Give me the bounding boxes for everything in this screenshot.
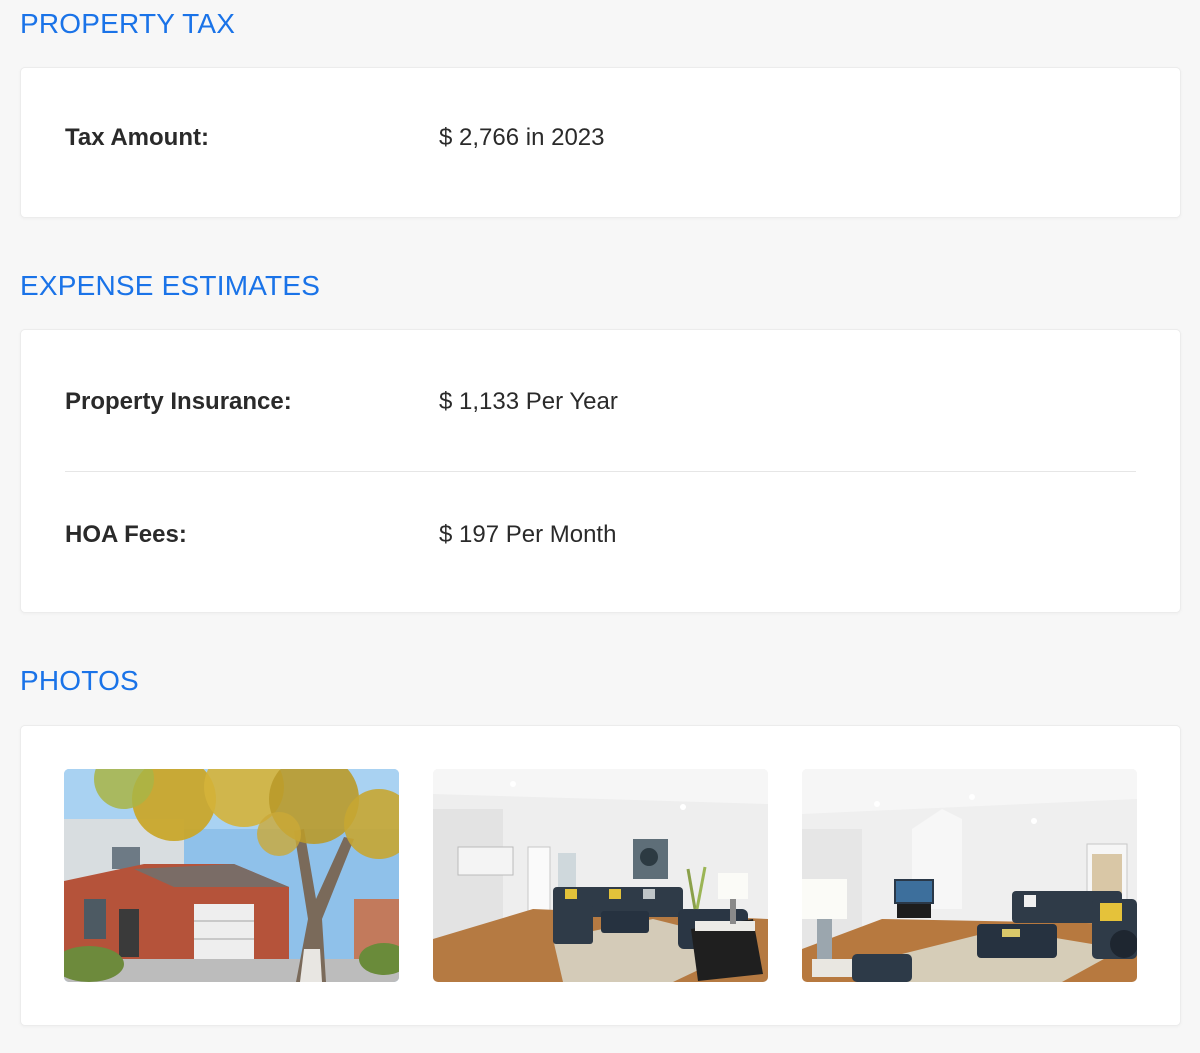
property-tax-heading: PROPERTY TAX: [20, 8, 236, 39]
tax-amount-value: $ 2,766 in 2023: [439, 124, 605, 151]
hoa-fees-label: HOA Fees:: [65, 521, 187, 548]
tax-amount-row: Tax Amount: $ 2,766 in 2023: [65, 124, 1136, 152]
property-insurance-label: Property Insurance:: [65, 388, 292, 415]
living-room-photo-1-image: [433, 769, 768, 982]
tax-amount-label: Tax Amount:: [65, 124, 209, 151]
exterior-photo[interactable]: [64, 769, 399, 982]
row-divider: [65, 471, 1136, 472]
photos-card: [20, 725, 1181, 1026]
living-room-photo-2[interactable]: [802, 769, 1137, 982]
property-tax-card: Tax Amount: $ 2,766 in 2023: [20, 67, 1181, 218]
expense-estimates-card: Property Insurance: $ 1,133 Per Year HOA…: [20, 329, 1181, 613]
hoa-fees-value: $ 197 Per Month: [439, 521, 617, 548]
photos-heading: PHOTOS: [20, 665, 139, 696]
living-room-photo-2-image: [802, 769, 1137, 982]
living-room-photo-1[interactable]: [433, 769, 768, 982]
property-insurance-value: $ 1,133 Per Year: [439, 388, 618, 415]
property-insurance-row: Property Insurance: $ 1,133 Per Year: [65, 388, 1136, 416]
hoa-fees-row: HOA Fees: $ 197 Per Month: [65, 521, 1136, 549]
page: PROPERTY TAX Tax Amount: $ 2,766 in 2023…: [0, 0, 1200, 1053]
expense-estimates-heading: EXPENSE ESTIMATES: [20, 270, 321, 301]
exterior-photo-image: [64, 769, 399, 982]
